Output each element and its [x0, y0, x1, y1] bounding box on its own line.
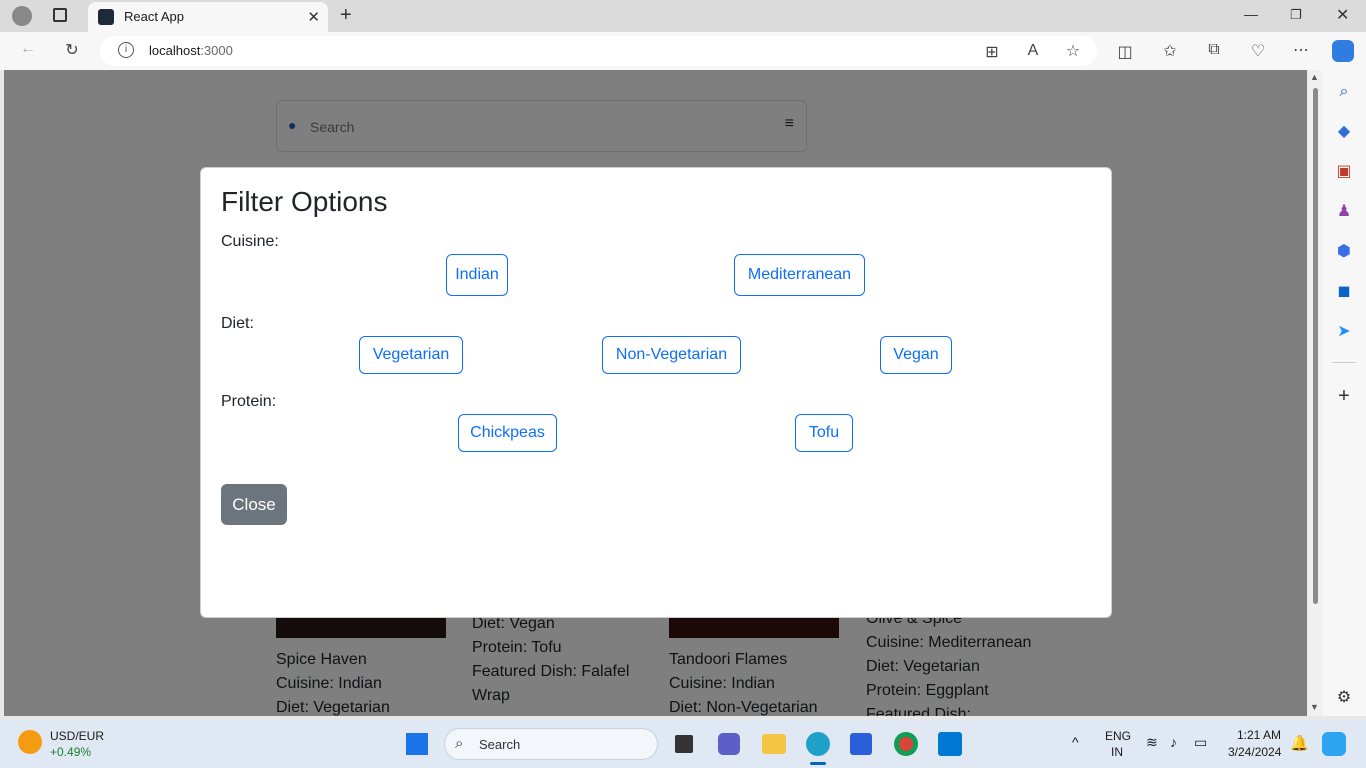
- favorites-icon[interactable]: ✩: [1158, 41, 1182, 61]
- chrome-icon[interactable]: [894, 732, 918, 756]
- filter-option-vegetarian[interactable]: Vegetarian: [359, 336, 463, 374]
- read-aloud-icon[interactable]: A: [1021, 42, 1045, 60]
- new-tab-icon[interactable]: +: [340, 4, 352, 27]
- tab-title: React App: [124, 9, 184, 24]
- taskbar-search-icon: ⌕: [455, 735, 464, 752]
- filter-option-indian[interactable]: Indian: [446, 254, 508, 296]
- volume-icon[interactable]: ♪: [1170, 734, 1177, 750]
- vscode-icon[interactable]: [938, 732, 962, 756]
- close-button[interactable]: Close: [221, 484, 287, 525]
- app-available-icon[interactable]: ⊞: [980, 42, 1004, 62]
- tab-actions-icon[interactable]: [53, 8, 67, 22]
- games-icon[interactable]: ♟: [1334, 202, 1354, 222]
- outlook-icon[interactable]: ◼: [1334, 282, 1354, 302]
- filter-option-tofu[interactable]: Tofu: [795, 414, 853, 452]
- page-viewport: ● Search ≡ Spice Haven Cuisine: Indian D…: [4, 70, 1307, 716]
- weather-widget-icon[interactable]: [18, 730, 42, 754]
- taskbar-search-box[interactable]: ⌕ Search: [444, 728, 658, 760]
- teams-icon[interactable]: [718, 733, 740, 755]
- split-screen-icon[interactable]: ◫: [1113, 42, 1137, 62]
- page-scrollbar[interactable]: ▲ ▼: [1308, 70, 1322, 716]
- tools-icon[interactable]: ▣: [1334, 162, 1354, 182]
- clock-time[interactable]: 1:21 AM: [1237, 728, 1281, 742]
- widget-label[interactable]: USD/EUR: [50, 729, 104, 743]
- copilot-icon[interactable]: [1332, 40, 1354, 62]
- protein-label: Protein:: [221, 393, 277, 410]
- address-bar[interactable]: i localhost:3000 ⊞ A ☆: [100, 36, 1097, 66]
- browser-titlebar: React App ✕ + — ❐ ✕: [0, 0, 1366, 32]
- clock-date[interactable]: 3/24/2024: [1228, 745, 1281, 759]
- shopping-icon[interactable]: ◆: [1334, 122, 1354, 142]
- scroll-down-arrow-icon[interactable]: ▼: [1310, 702, 1319, 712]
- settings-gear-icon[interactable]: ⚙: [1334, 688, 1354, 708]
- wifi-icon[interactable]: ≋: [1146, 734, 1158, 751]
- battery-icon[interactable]: ▭: [1194, 734, 1207, 751]
- more-menu-icon[interactable]: ⋯: [1289, 40, 1313, 60]
- filter-option-mediterranean[interactable]: Mediterranean: [734, 254, 865, 296]
- sidebar-divider: [1332, 362, 1356, 363]
- filter-option-non-vegetarian[interactable]: Non-Vegetarian: [602, 336, 741, 374]
- browser-toolbar: ← ↻ i localhost:3000 ⊞ A ☆ ◫ ✩ ⧉ ♡ ⋯: [0, 32, 1366, 70]
- add-sidebar-app-icon[interactable]: +: [1334, 386, 1354, 406]
- filter-modal: Filter Options Cuisine: Indian Mediterra…: [200, 167, 1112, 618]
- region-label: IN: [1111, 745, 1123, 759]
- scroll-up-arrow-icon[interactable]: ▲: [1310, 72, 1319, 82]
- site-info-icon[interactable]: i: [118, 42, 134, 58]
- close-tab-icon[interactable]: ✕: [307, 8, 320, 26]
- widget-value: +0.49%: [50, 745, 92, 759]
- taskbar-search-label: Search: [479, 737, 521, 752]
- browser-essentials-icon[interactable]: ♡: [1246, 41, 1270, 61]
- show-hidden-icons-icon[interactable]: ^: [1072, 734, 1079, 750]
- scrollbar-thumb[interactable]: [1313, 88, 1318, 604]
- notification-bell-icon[interactable]: 🔔: [1290, 734, 1309, 752]
- language-label[interactable]: ENG: [1105, 729, 1131, 743]
- back-icon[interactable]: ←: [16, 40, 40, 58]
- drop-icon[interactable]: ➤: [1334, 322, 1354, 342]
- url-text: localhost:3000: [149, 43, 233, 58]
- tab-react-app[interactable]: React App ✕: [88, 2, 328, 32]
- search-sidebar-icon[interactable]: ⌕: [1334, 82, 1354, 102]
- copilot-preview-icon[interactable]: [1322, 732, 1346, 756]
- windows-taskbar: USD/EUR +0.49% ⌕ Search ^ ENG IN ≋ ♪ ▭ 1…: [0, 720, 1366, 768]
- modal-title: Filter Options: [221, 186, 388, 217]
- close-window-icon[interactable]: ✕: [1336, 5, 1349, 25]
- favorite-star-icon[interactable]: ☆: [1061, 41, 1085, 61]
- store-icon[interactable]: [850, 733, 872, 755]
- edge-browser-icon[interactable]: [806, 732, 830, 756]
- file-explorer-icon[interactable]: [762, 734, 786, 754]
- minimize-icon[interactable]: —: [1244, 6, 1258, 22]
- restore-icon[interactable]: ❐: [1290, 7, 1302, 23]
- filter-option-vegan[interactable]: Vegan: [880, 336, 952, 374]
- refresh-icon[interactable]: ↻: [60, 40, 84, 60]
- react-favicon-icon: [98, 9, 114, 25]
- profile-icon[interactable]: [12, 6, 32, 26]
- collections-icon[interactable]: ⧉: [1202, 41, 1226, 59]
- microsoft-365-icon[interactable]: ⬢: [1334, 242, 1354, 262]
- diet-label: Diet:: [221, 315, 254, 332]
- task-view-icon[interactable]: [675, 735, 693, 753]
- start-windows-icon[interactable]: [406, 733, 428, 755]
- filter-option-chickpeas[interactable]: Chickpeas: [458, 414, 557, 452]
- edge-sidebar: ⌕ ◆ ▣ ♟ ⬢ ◼ ➤ + ⚙: [1322, 70, 1366, 716]
- cuisine-label: Cuisine:: [221, 233, 279, 250]
- active-app-indicator: [810, 762, 826, 765]
